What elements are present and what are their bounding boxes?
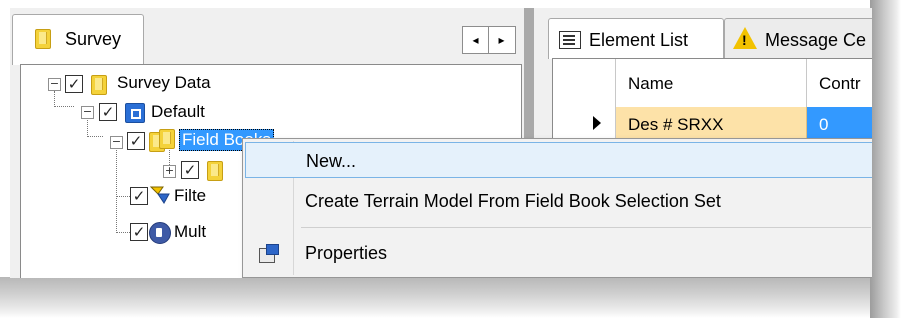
tree-connector — [54, 91, 55, 107]
tab-element-list-label: Element List — [589, 30, 689, 50]
menu-item-new-label: New... — [306, 151, 357, 171]
menu-separator — [301, 227, 871, 228]
table-row-control-cell[interactable]: 0 — [807, 107, 872, 141]
menu-item-new[interactable]: New... — [245, 142, 872, 178]
collapse-default-icon[interactable]: − — [81, 106, 94, 119]
default-checkbox[interactable]: ✓ — [99, 103, 117, 121]
scroll-right-button[interactable]: ▸ — [489, 27, 514, 53]
column-header-control-label: Contr — [819, 74, 861, 93]
tab-element-list[interactable]: Element List — [548, 18, 724, 59]
tab-message-center[interactable]: ! Message Ce — [724, 18, 872, 59]
collapse-field-books-icon[interactable]: − — [110, 136, 123, 149]
column-header-control[interactable]: Contr — [807, 59, 872, 108]
tree-connector — [87, 136, 103, 137]
tab-scroll-buttons: ◂ ▸ — [462, 26, 516, 54]
application-area: Survey ◂ ▸ − ✓ Survey Data − ✓ Default −… — [10, 8, 872, 278]
field-book-folder-icon — [207, 161, 223, 181]
tree-connector — [116, 143, 117, 233]
menu-item-properties-label: Properties — [305, 243, 388, 263]
tree-node-filters[interactable]: Filte — [174, 186, 206, 206]
warning-icon: ! — [733, 27, 757, 49]
tab-message-center-label: Message Ce — [765, 30, 867, 50]
scroll-left-button[interactable]: ◂ — [463, 27, 489, 53]
tree-connector — [54, 106, 74, 107]
column-header-name[interactable]: Name — [616, 59, 807, 108]
column-header-name-label: Name — [628, 74, 674, 93]
menu-item-create-terrain-model-label: Create Terrain Model From Field Book Sel… — [305, 191, 721, 211]
list-icon — [559, 31, 581, 49]
filter-icon — [149, 186, 170, 204]
field-book-checkbox[interactable]: ✓ — [181, 161, 199, 179]
multi-checkbox[interactable]: ✓ — [130, 223, 148, 241]
row-header[interactable] — [553, 107, 616, 141]
tree-connector — [116, 232, 130, 233]
tree-node-multi[interactable]: Mult — [174, 222, 206, 242]
tab-survey[interactable]: Survey — [12, 14, 144, 65]
table-cell-control: 0 — [819, 115, 829, 134]
tab-survey-label: Survey — [65, 29, 122, 49]
survey-data-folder-icon — [91, 75, 107, 95]
tree-node-survey-data[interactable]: Survey Data — [117, 73, 211, 93]
menu-item-properties[interactable]: Properties — [245, 235, 872, 271]
field-books-checkbox[interactable]: ✓ — [127, 132, 145, 150]
filters-checkbox[interactable]: ✓ — [130, 187, 148, 205]
window-frame: Survey ◂ ▸ − ✓ Survey Data − ✓ Default −… — [0, 0, 901, 318]
multi-icon — [149, 222, 171, 244]
properties-icon — [259, 244, 279, 263]
tree-node-default[interactable]: Default — [151, 102, 205, 122]
table-cell-name: Des # SRXX — [628, 115, 724, 134]
collapse-survey-data-icon[interactable]: − — [48, 78, 61, 91]
context-menu: New... Create Terrain Model From Field B… — [242, 138, 872, 278]
menu-item-create-terrain-model[interactable]: Create Terrain Model From Field Book Sel… — [245, 183, 872, 219]
tree-connector — [116, 196, 130, 197]
project-icon — [125, 103, 145, 123]
field-books-folder-icon-2 — [159, 129, 175, 149]
blur-fringe-right — [870, 0, 901, 318]
current-row-arrow-icon — [593, 116, 601, 130]
survey-data-checkbox[interactable]: ✓ — [65, 75, 83, 93]
expand-field-book-icon[interactable]: + — [163, 165, 176, 178]
blur-fringe-bottom — [0, 277, 901, 318]
grid-corner — [553, 59, 616, 108]
table-row-name-cell[interactable]: Des # SRXX — [616, 107, 807, 141]
survey-folder-icon — [35, 29, 51, 49]
